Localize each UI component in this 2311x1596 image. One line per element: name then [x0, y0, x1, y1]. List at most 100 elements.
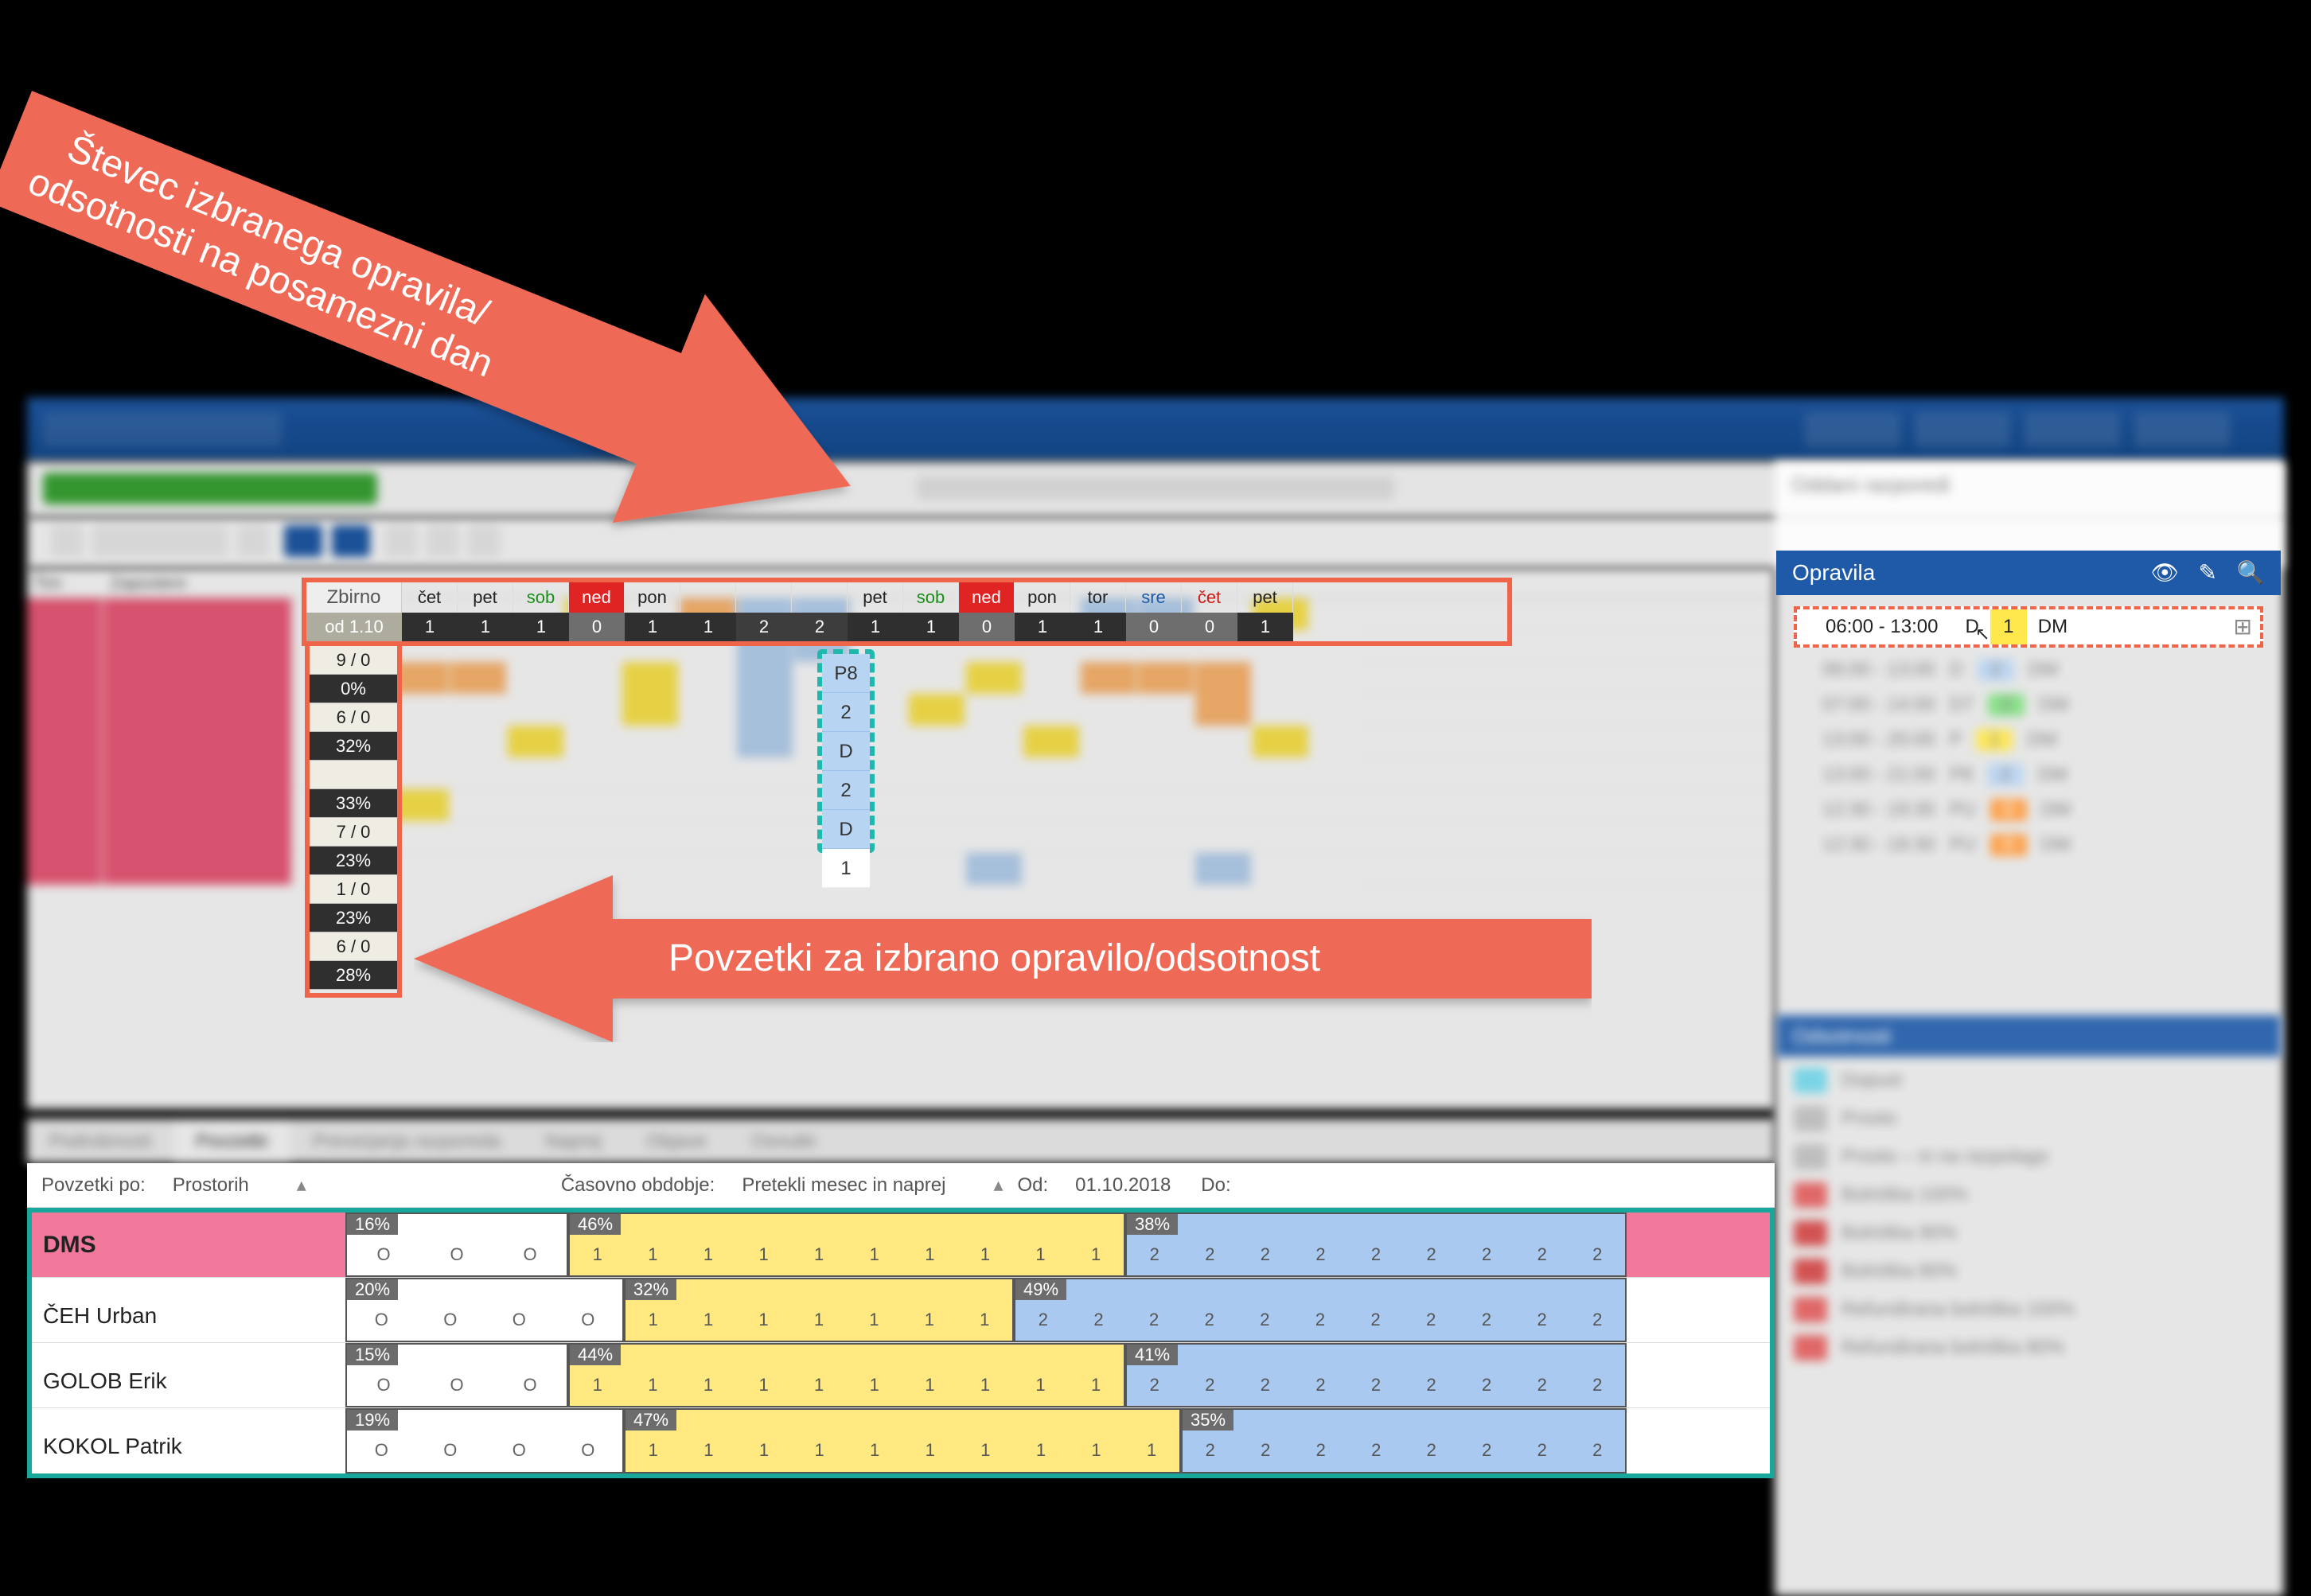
- tab-objave[interactable]: Objave: [624, 1119, 729, 1164]
- task-row[interactable]: 06:00 - 13:00D2DM: [1794, 652, 2263, 687]
- task-row[interactable]: 13:00 - 21:00P82DM: [1794, 757, 2263, 792]
- day-count-cell: 1: [903, 613, 959, 641]
- absence-label: Dopust: [1841, 1069, 1902, 1092]
- gantt-cell-value: 2: [1183, 1440, 1238, 1461]
- gantt-cell-value: 2: [1404, 1375, 1459, 1396]
- period-select[interactable]: Pretekli mesec in naprej: [726, 1163, 961, 1208]
- gantt-segment: 20%OOOO: [345, 1278, 624, 1342]
- gantt-cell-value: O: [485, 1440, 554, 1461]
- tabs-strip[interactable]: PodrobnostiPovzetkiPreverjanja razporeda…: [27, 1119, 1775, 1163]
- expand-plus-icon[interactable]: ⊞: [2234, 609, 2252, 644]
- schedule-title-pill: [43, 473, 377, 504]
- day-header-cell[interactable]: pon: [625, 582, 680, 613]
- gantt-cell-value: 1: [625, 1310, 680, 1330]
- absence-color-swatch: [1794, 1335, 1827, 1360]
- absence-color-swatch: [1794, 1297, 1827, 1322]
- tab-podrobnosti[interactable]: Podrobnosti: [27, 1119, 173, 1164]
- tab-povzetki[interactable]: Povzetki: [173, 1119, 290, 1164]
- absence-row[interactable]: Refundirana bolniška 80%: [1794, 1329, 2271, 1367]
- gantt-cell-value: O: [347, 1440, 416, 1461]
- gantt-cell-value: O: [420, 1244, 493, 1265]
- day-header-cell[interactable]: pet: [458, 582, 513, 613]
- task-row[interactable]: 12:30 - 19:30PU0DM: [1794, 827, 2263, 862]
- column-header-zaposleni: Zaposleni: [103, 568, 291, 598]
- day-header-cell[interactable]: tor: [1070, 582, 1126, 613]
- day-header-cell[interactable]: sob: [903, 582, 959, 613]
- summary-gantt: DMS16%OOO46%111111111138%222222222ČEH Ur…: [27, 1208, 1775, 1478]
- gantt-cell-value: 1: [791, 1244, 847, 1265]
- absence-label: Prosto – ni na razpolago: [1841, 1146, 2048, 1168]
- absence-row[interactable]: Dopust: [1794, 1061, 2271, 1100]
- day-header-cell[interactable]: pet: [848, 582, 903, 613]
- day-header-cell[interactable]: sob: [513, 582, 569, 613]
- day-header-cell[interactable]: [736, 582, 792, 613]
- od-value[interactable]: 01.10.2018: [1059, 1163, 1187, 1208]
- gantt-cell-value: 2: [1403, 1310, 1459, 1330]
- task-code: P: [1949, 729, 1962, 751]
- day-header-cell[interactable]: [792, 582, 848, 613]
- zbirno-percent-cell: 0%: [310, 675, 397, 703]
- absence-row[interactable]: Prosto: [1794, 1100, 2271, 1138]
- day-header-cell[interactable]: čet: [402, 582, 458, 613]
- eye-icon[interactable]: 👁: [2150, 559, 2179, 587]
- day-header-cell[interactable]: sre: [1126, 582, 1182, 613]
- gantt-cell-value: O: [554, 1440, 623, 1461]
- teal-dashed-column: P82D2D1: [817, 649, 875, 853]
- absence-label: Bolniška 90%: [1841, 1222, 1957, 1244]
- zbirno-percent-cell: 33%: [310, 789, 397, 818]
- task-row[interactable]: 13:00 - 20:00P1DM: [1794, 722, 2263, 757]
- selected-task-row[interactable]: 06:00 - 13:00 ↖ D 1 DM ⊞: [1794, 606, 2263, 648]
- day-header-cell[interactable]: [680, 582, 736, 613]
- povzetki-select[interactable]: Prostorih: [157, 1163, 265, 1208]
- gantt-cell-value: 1: [625, 1375, 681, 1396]
- gantt-segment: 47%1111111111: [624, 1408, 1181, 1473]
- gantt-cell-value: O: [493, 1244, 567, 1265]
- gantt-cell-value: 2: [1015, 1310, 1071, 1330]
- teal-cell: D: [822, 732, 870, 771]
- tab-osnutki[interactable]: Osnutki: [729, 1119, 838, 1164]
- edit-icon[interactable]: ✎: [2193, 559, 2222, 587]
- gantt-cell-value: 1: [1013, 1244, 1069, 1265]
- gantt-cell-value: 2: [1570, 1244, 1626, 1265]
- gantt-cell-value: 2: [1292, 1310, 1348, 1330]
- day-header-cell[interactable]: ned: [959, 582, 1015, 613]
- tab-preverjanja razporeda[interactable]: Preverjanja razporeda: [290, 1119, 523, 1164]
- selected-task-time: 06:00 - 13:00: [1826, 609, 1938, 644]
- absence-row[interactable]: Bolniška 100%: [1794, 1176, 2271, 1214]
- task-row[interactable]: 07:00 - 14:00D72DM: [1794, 687, 2263, 722]
- chevron-down-icon: ▴: [297, 1163, 306, 1208]
- absence-row[interactable]: Prosto – ni na razpolago: [1794, 1138, 2271, 1176]
- gantt-segment: 35%22222222: [1181, 1408, 1627, 1473]
- gantt-cell-value: 2: [1348, 1375, 1404, 1396]
- gantt-cell-value: 2: [1237, 1375, 1293, 1396]
- day-header-cell[interactable]: čet: [1182, 582, 1237, 613]
- gantt-cell-value: 1: [957, 1310, 1012, 1330]
- day-header-row: Zbirno od 1.10 čet1pet1sob1ned0pon1122pe…: [302, 578, 1512, 646]
- day-header-cell[interactable]: pet: [1237, 582, 1293, 613]
- zbirno-percent-cell: 28%: [310, 961, 397, 990]
- task-time: 06:00 - 13:00: [1822, 659, 1935, 681]
- task-code: PU: [1949, 799, 1975, 821]
- gantt-cell-value: 1: [680, 1375, 736, 1396]
- selected-task-count: 1: [1990, 609, 2027, 644]
- od-label: Od:: [1017, 1163, 1048, 1208]
- search-icon[interactable]: 🔍: [2236, 559, 2265, 587]
- task-count-chip: 2: [1978, 659, 2014, 681]
- absence-row[interactable]: Bolniška 80%: [1794, 1252, 2271, 1290]
- absence-row[interactable]: Bolniška 90%: [1794, 1214, 2271, 1252]
- opravila-panel-header[interactable]: Opravila 👁 ✎ 🔍: [1776, 551, 2281, 595]
- day-header-cell[interactable]: ned: [569, 582, 625, 613]
- gantt-segment-values: OOOO: [347, 1310, 622, 1330]
- task-row[interactable]: 12:30 - 19:30PU0DM: [1794, 792, 2263, 827]
- tab-naprej[interactable]: Naprej: [523, 1119, 624, 1164]
- navbar-right-buttons: [1791, 412, 2268, 447]
- povzetki-filter-row[interactable]: Povzetki po: Prostorih ▴ Časovno obdobje…: [27, 1163, 1775, 1208]
- absences-panel-header[interactable]: Odsotnosti: [1776, 1015, 2281, 1057]
- app-logo: [43, 412, 282, 447]
- gantt-cell-value: 1: [681, 1440, 737, 1461]
- day-header-cell[interactable]: pon: [1015, 582, 1070, 613]
- absence-row[interactable]: Refundirana bolniška 100%: [1794, 1290, 2271, 1329]
- gantt-segment-percent: 35%: [1183, 1410, 1233, 1431]
- zbirno-percent-cell: 32%: [310, 732, 397, 761]
- gantt-cell-value: 2: [1238, 1440, 1294, 1461]
